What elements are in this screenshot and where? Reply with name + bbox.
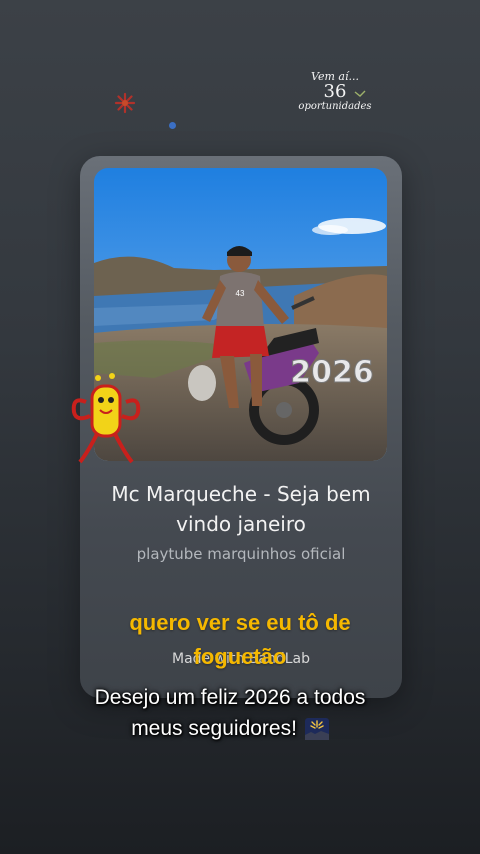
svg-text:43: 43	[236, 289, 245, 298]
lyric-text: quero ver se eu tô de foguetão	[129, 610, 351, 669]
fireworks-emoji-icon	[304, 718, 329, 741]
song-title: Mc Marqueche - Seja bem vindo janeiro	[111, 482, 371, 536]
cover-year-text: 2026	[290, 355, 374, 390]
song-artist: playtube marquinhos oficial	[136, 545, 346, 563]
red-flower-sticker-icon	[114, 92, 136, 114]
sparkle-icon	[354, 90, 366, 97]
story-caption: Desejo um feliz 2026 a todos meus seguid…	[80, 682, 380, 744]
mascot-sticker-icon	[71, 373, 141, 464]
sticker-number: 36	[323, 81, 347, 102]
blue-dot-sticker-icon	[169, 122, 176, 129]
sticker-line-3: oportunidades	[298, 101, 372, 112]
countdown-sticker: Vem aí... 36 oportunidades	[280, 70, 390, 118]
